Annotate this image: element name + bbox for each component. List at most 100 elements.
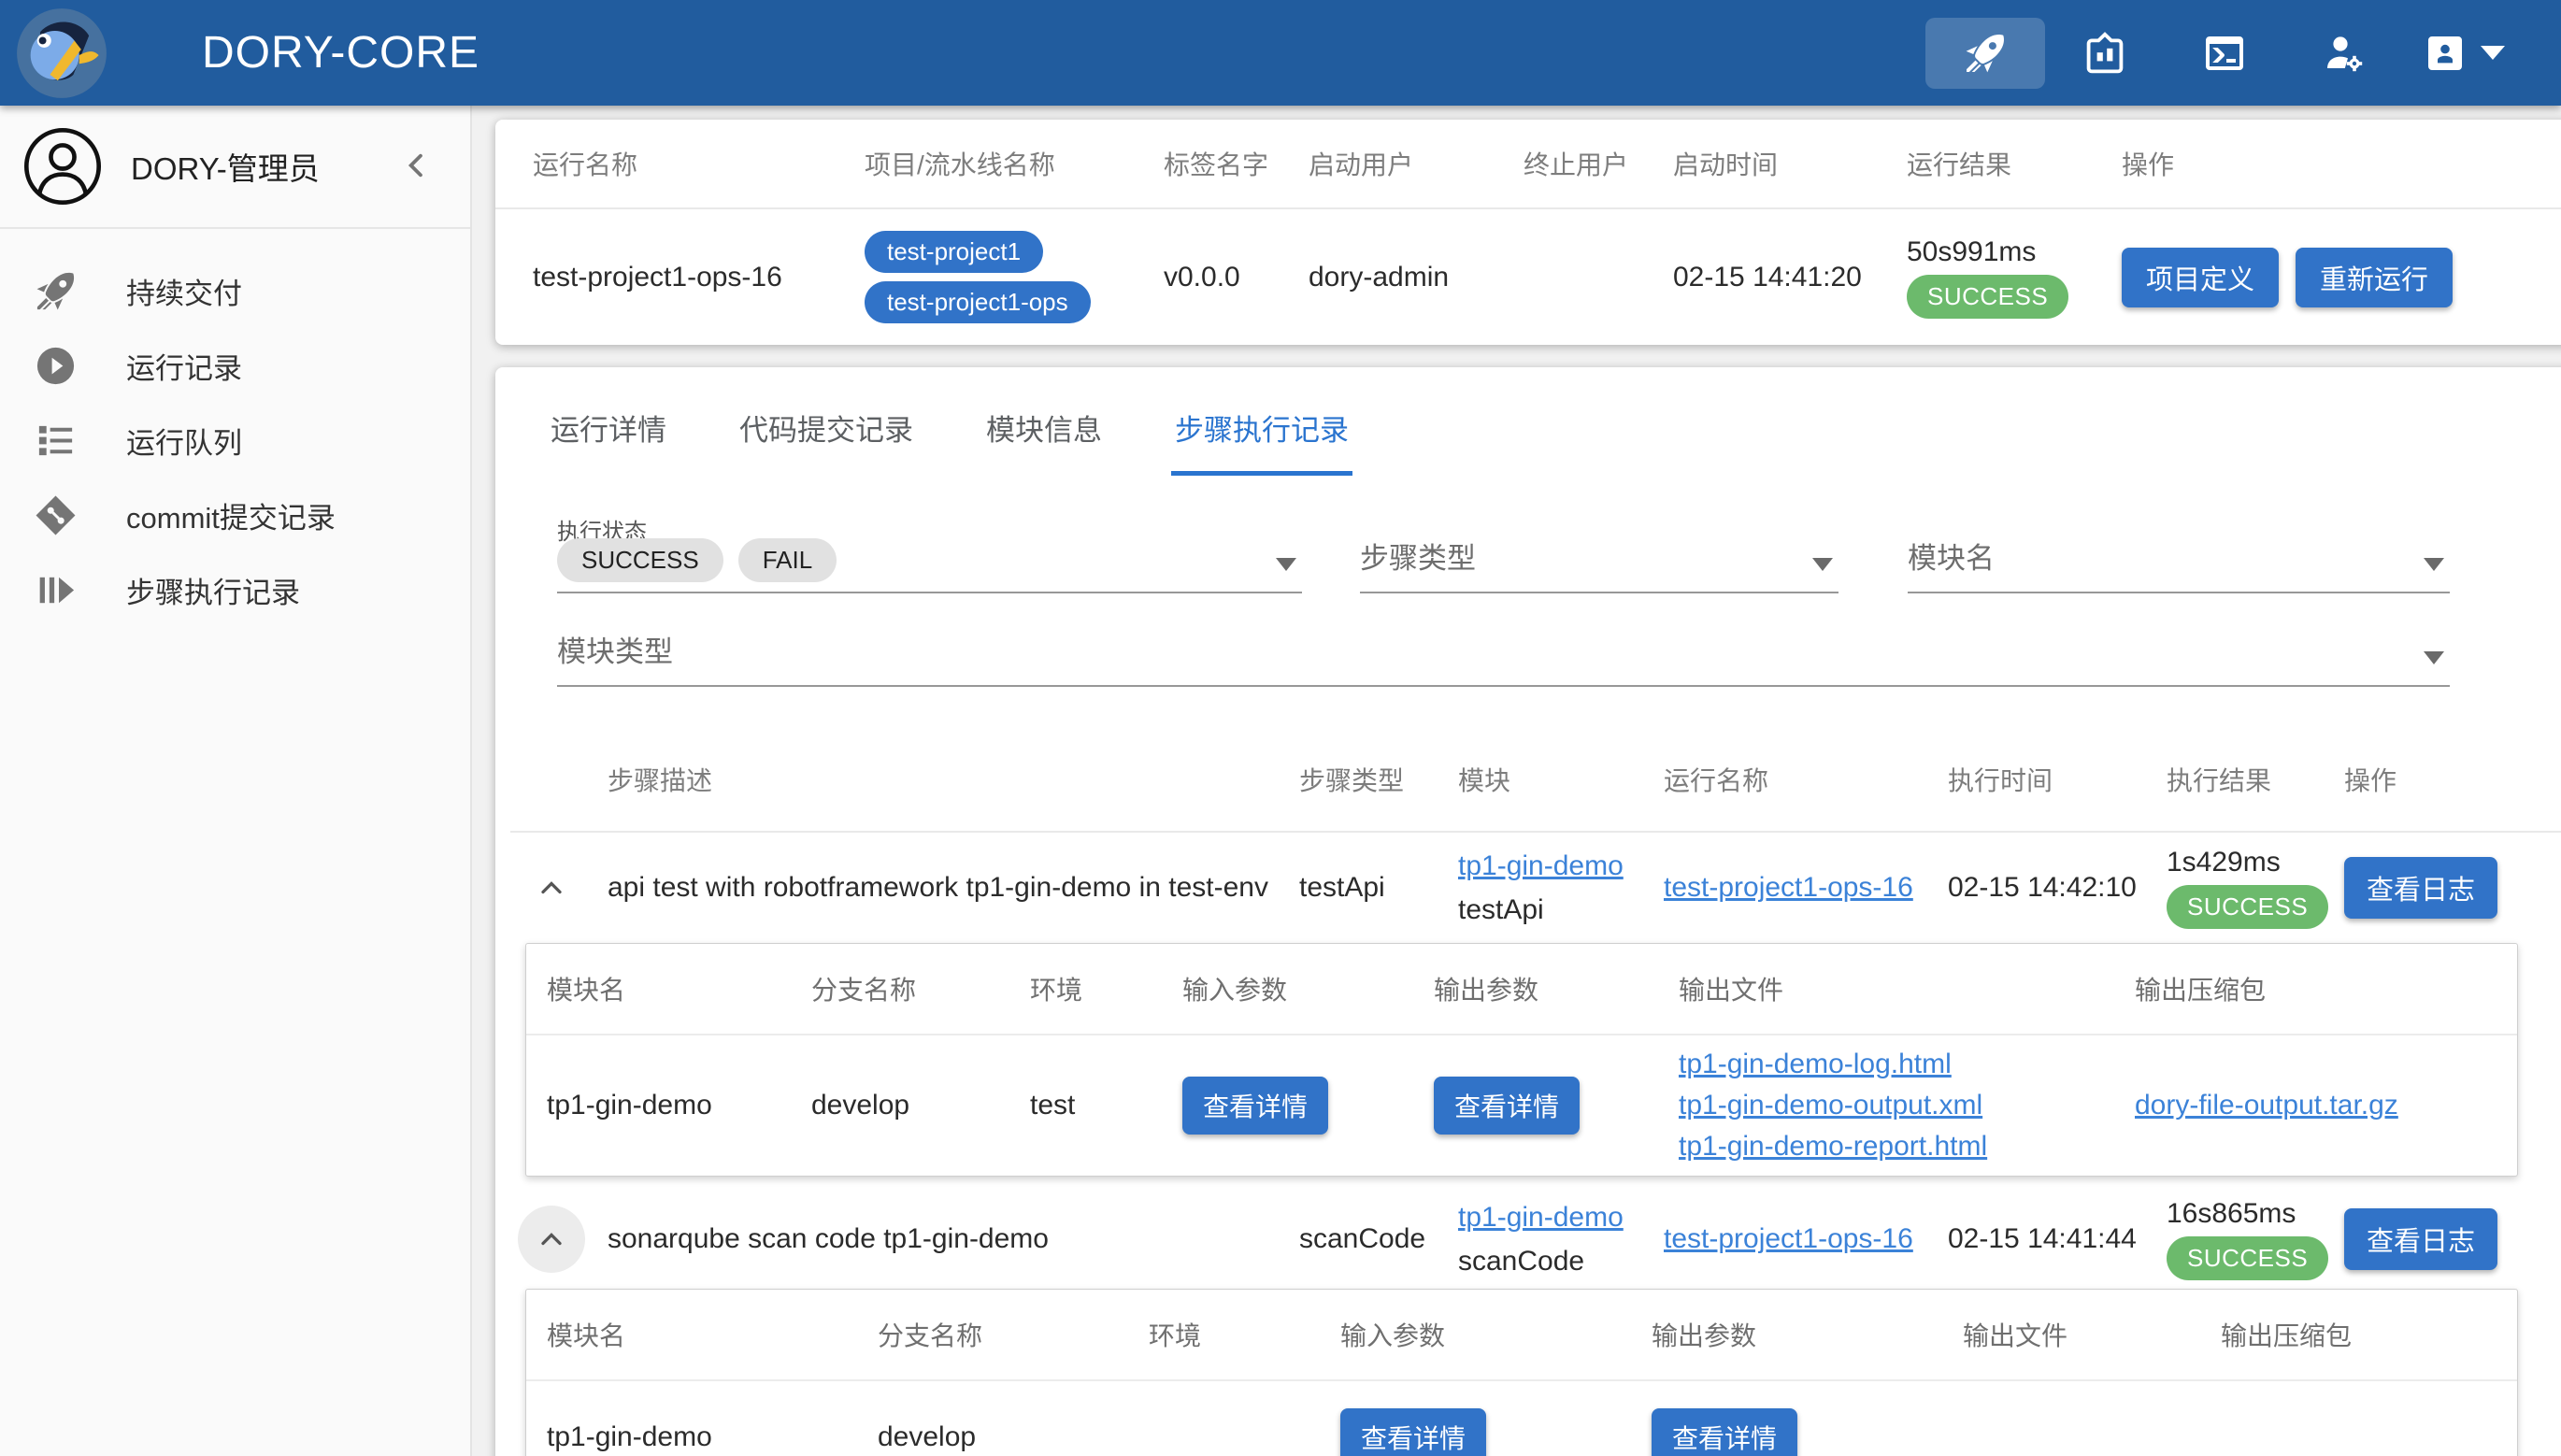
user-settings-icon <box>2322 31 2367 76</box>
step-filters: 执行状态 SUCCESS FAIL 步骤类型 模块名 <box>495 476 2561 687</box>
col-abort-user: 终止用户 <box>1524 145 1673 182</box>
dory-logo-icon[interactable] <box>15 7 108 100</box>
collapse-step-button[interactable] <box>518 1206 585 1273</box>
exec-result: 16s865ms SUCCESS <box>2167 1198 2344 1280</box>
output-file-link[interactable]: tp1-gin-demo-report.html <box>1679 1126 1987 1167</box>
view-input-params-button[interactable]: 查看详情 <box>1182 1077 1328 1135</box>
nav-task-board-button[interactable] <box>2045 18 2165 89</box>
sidebar-item-label: 持续交付 <box>126 270 242 312</box>
rocket-icon <box>34 269 78 313</box>
output-file-link[interactable]: tp1-gin-demo-log.html <box>1679 1044 1952 1085</box>
col-run-result: 运行结果 <box>1907 145 2122 182</box>
module-link[interactable]: tp1-gin-demo <box>1458 850 1624 881</box>
module-type-select[interactable]: 模块类型 <box>557 614 2450 687</box>
module-name: tp1-gin-demo <box>547 1421 878 1453</box>
sidebar-item-commit-records[interactable]: commit提交记录 <box>0 478 470 552</box>
chevron-up-icon <box>535 871 568 905</box>
module-link[interactable]: tp1-gin-demo <box>1458 1202 1624 1233</box>
rerun-button[interactable]: 重新运行 <box>2296 248 2453 307</box>
col-step-type: 步骤类型 <box>1299 761 1458 798</box>
view-log-button[interactable]: 查看日志 <box>2344 1208 2497 1270</box>
col-branch: 分支名称 <box>878 1316 1149 1353</box>
module-name: tp1-gin-demo <box>547 1090 811 1121</box>
tab-run-detail[interactable]: 运行详情 <box>547 367 670 476</box>
dropdown-arrow-icon <box>1812 558 1833 571</box>
col-project-pipeline: 项目/流水线名称 <box>865 145 1164 182</box>
step-type-select[interactable]: 步骤类型 <box>1360 500 1838 593</box>
module-type-placeholder: 模块类型 <box>557 628 673 670</box>
runs-table-header: 运行名称 项目/流水线名称 标签名字 启动用户 终止用户 启动时间 运行结果 操… <box>495 120 2561 209</box>
run-detail-card: 运行详情 代码提交记录 模块信息 步骤执行记录 执行状态 SUCCESS FAI… <box>495 367 2561 1456</box>
steps-icon <box>34 568 78 612</box>
col-input-params: 输入参数 <box>1182 970 1434 1007</box>
tab-step-records[interactable]: 步骤执行记录 <box>1171 367 1352 476</box>
sidebar-item-label: commit提交记录 <box>126 494 336 536</box>
col-output-files: 输出文件 <box>1963 1316 2221 1353</box>
col-input-params: 输入参数 <box>1340 1316 1652 1353</box>
status-chips: SUCCESS FAIL <box>557 538 837 582</box>
chevron-down-icon <box>2481 46 2505 60</box>
branch-name: develop <box>878 1421 1149 1453</box>
module-name-placeholder: 模块名 <box>1908 535 1995 577</box>
sidebar-menu: 持续交付 运行记录 运行队列 commit提交记录 <box>0 229 470 627</box>
view-input-params-button[interactable]: 查看详情 <box>1340 1408 1486 1456</box>
run-name: test-project1-ops-16 <box>533 262 865 293</box>
env-name: test <box>1030 1090 1182 1121</box>
dropdown-arrow-icon <box>1276 558 1296 571</box>
col-module: 模块 <box>1458 761 1664 798</box>
view-output-params-button[interactable]: 查看详情 <box>1434 1077 1580 1135</box>
step-duration: 16s865ms <box>2167 1198 2296 1230</box>
tab-module-info[interactable]: 模块信息 <box>982 367 1106 476</box>
sidebar-item-run-records[interactable]: 运行记录 <box>0 328 470 403</box>
collapse-step-button[interactable] <box>518 854 585 921</box>
col-output-archive: 输出压缩包 <box>2221 1316 2517 1353</box>
account-menu-button[interactable] <box>2404 18 2524 89</box>
status-chip-fail[interactable]: FAIL <box>738 538 837 582</box>
sidebar-collapse-button[interactable] <box>399 148 435 186</box>
account-badge-icon <box>2423 31 2468 76</box>
git-commit-icon <box>34 493 78 537</box>
view-log-button[interactable]: 查看日志 <box>2344 857 2497 919</box>
step-module-detail-table: 模块名 分支名称 环境 输入参数 输出参数 输出文件 输出压缩包 tp1-gin… <box>525 1289 2518 1456</box>
module-name-select[interactable]: 模块名 <box>1908 500 2450 593</box>
status-chip-success[interactable]: SUCCESS <box>557 538 723 582</box>
exec-result: 1s429ms SUCCESS <box>2167 847 2344 929</box>
view-output-params-button[interactable]: 查看详情 <box>1652 1408 1797 1456</box>
tab-code-commits[interactable]: 代码提交记录 <box>736 367 917 476</box>
run-name-link[interactable]: test-project1-ops-16 <box>1664 1223 1913 1254</box>
step-row: api test with robotframework tp1-gin-dem… <box>510 833 2561 943</box>
step-description: sonarqube scan code tp1-gin-demo <box>608 1223 1299 1255</box>
exec-time: 02-15 14:42:10 <box>1948 872 2167 904</box>
sidebar-item-step-records[interactable]: 步骤执行记录 <box>0 552 470 627</box>
run-result: 50s991ms SUCCESS <box>1907 236 2122 319</box>
sidebar-item-continuous-delivery[interactable]: 持续交付 <box>0 253 470 328</box>
step-type: scanCode <box>1299 1223 1458 1255</box>
status-filter-select[interactable]: 执行状态 SUCCESS FAIL <box>557 500 1302 593</box>
nav-user-settings-button[interactable] <box>2284 18 2404 89</box>
col-start-user: 启动用户 <box>1309 145 1524 182</box>
nested-table-row: tp1-gin-demo develop 查看详情 查看详情 <box>526 1381 2517 1456</box>
sidebar-user-name: DORY-管理员 <box>131 144 320 189</box>
module-sub: scanCode <box>1458 1246 1584 1277</box>
tag-name: v0.0.0 <box>1164 262 1309 293</box>
output-file-link[interactable]: tp1-gin-demo-output.xml <box>1679 1085 1982 1126</box>
status-badge: SUCCESS <box>2167 885 2328 929</box>
sidebar-item-label: 步骤执行记录 <box>126 569 300 611</box>
step-module-cell: tp1-gin-demo scanCode <box>1458 1195 1664 1283</box>
sidebar-item-run-queue[interactable]: 运行队列 <box>0 403 470 478</box>
nav-rocket-button[interactable] <box>1925 18 2045 89</box>
run-name-link[interactable]: test-project1-ops-16 <box>1664 872 1913 903</box>
play-circle-icon <box>34 344 78 388</box>
col-step-description: 步骤描述 <box>608 761 1299 798</box>
detail-tabs: 运行详情 代码提交记录 模块信息 步骤执行记录 <box>495 367 2561 476</box>
col-actions: 操作 <box>2344 761 2561 798</box>
top-nav <box>1925 18 2561 89</box>
top-header: DORY-CORE <box>0 0 2561 106</box>
step-description: api test with robotframework tp1-gin-dem… <box>608 872 1299 904</box>
output-archive-link[interactable]: dory-file-output.tar.gz <box>2135 1090 2398 1121</box>
nav-terminal-button[interactable] <box>2165 18 2284 89</box>
project-definition-button[interactable]: 项目定义 <box>2122 248 2279 307</box>
user-avatar-icon <box>22 126 103 207</box>
start-user: dory-admin <box>1309 262 1524 293</box>
col-env: 环境 <box>1149 1316 1340 1353</box>
